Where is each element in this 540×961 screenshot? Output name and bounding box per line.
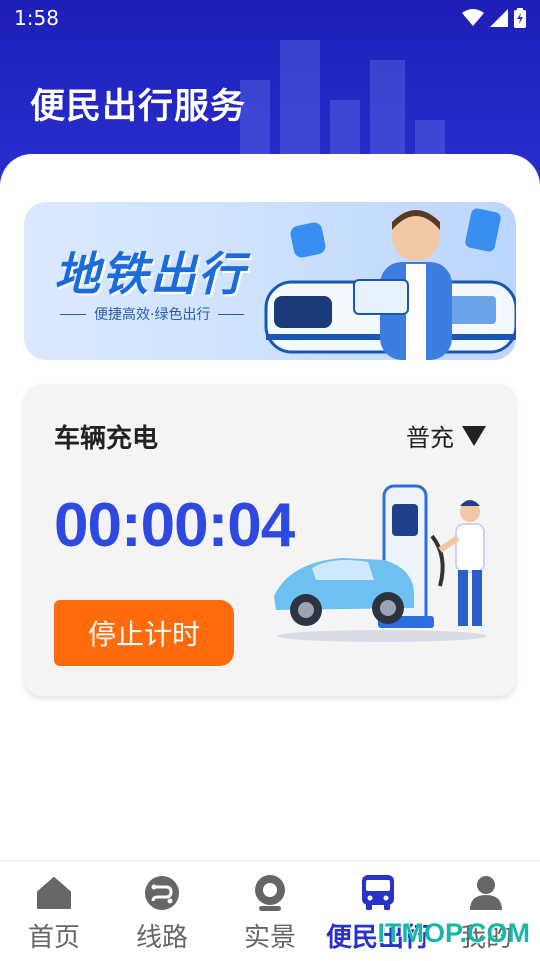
nav-label-route: 线路 <box>135 923 188 953</box>
battery-icon <box>514 8 526 28</box>
banner-subtitle-row: 便捷高效·绿色出行 <box>60 304 245 324</box>
location-icon <box>255 875 285 911</box>
charging-mode-select[interactable]: 普充 <box>406 418 486 453</box>
bus-icon <box>362 875 394 910</box>
person-icon <box>470 876 502 910</box>
ev-charging-illustration <box>274 484 487 642</box>
stop-timing-button[interactable]: 停止计时 <box>54 600 234 666</box>
charging-title: 车辆充电 <box>54 424 159 454</box>
metro-train-illustration <box>264 208 516 360</box>
route-icon <box>145 876 179 910</box>
nav-item-route[interactable]: 线路 <box>108 873 216 954</box>
status-time: 1:58 <box>14 6 59 30</box>
charging-timer: 00:00:04 <box>54 491 295 560</box>
wifi-icon <box>462 9 484 26</box>
metro-travel-banner[interactable]: 地铁出行 便捷高效·绿色出行 <box>24 202 516 360</box>
nav-label-home: 首页 <box>27 923 80 953</box>
watermark-logo: ITMOP.COM <box>377 918 530 948</box>
page-title: 便民出行服务 <box>30 87 247 127</box>
dropdown-triangle-icon <box>462 425 486 446</box>
status-bar: 1:58 <box>0 0 540 38</box>
nav-item-scene[interactable]: 实景 <box>216 873 324 954</box>
main-content: 地铁出行 便捷高效·绿色出行 车辆充电 普充 00:00:04 停止计时 <box>0 154 540 860</box>
signal-icon <box>490 9 508 27</box>
nav-label-scene: 实景 <box>243 923 296 953</box>
vehicle-charging-card: 车辆充电 普充 00:00:04 停止计时 <box>24 384 516 696</box>
home-icon <box>37 877 71 909</box>
banner-subtitle: 便捷高效·绿色出行 <box>94 307 211 323</box>
charging-mode-label: 普充 <box>406 424 454 452</box>
nav-item-home[interactable]: 首页 <box>0 873 108 954</box>
banner-title: 地铁出行 <box>54 247 246 301</box>
